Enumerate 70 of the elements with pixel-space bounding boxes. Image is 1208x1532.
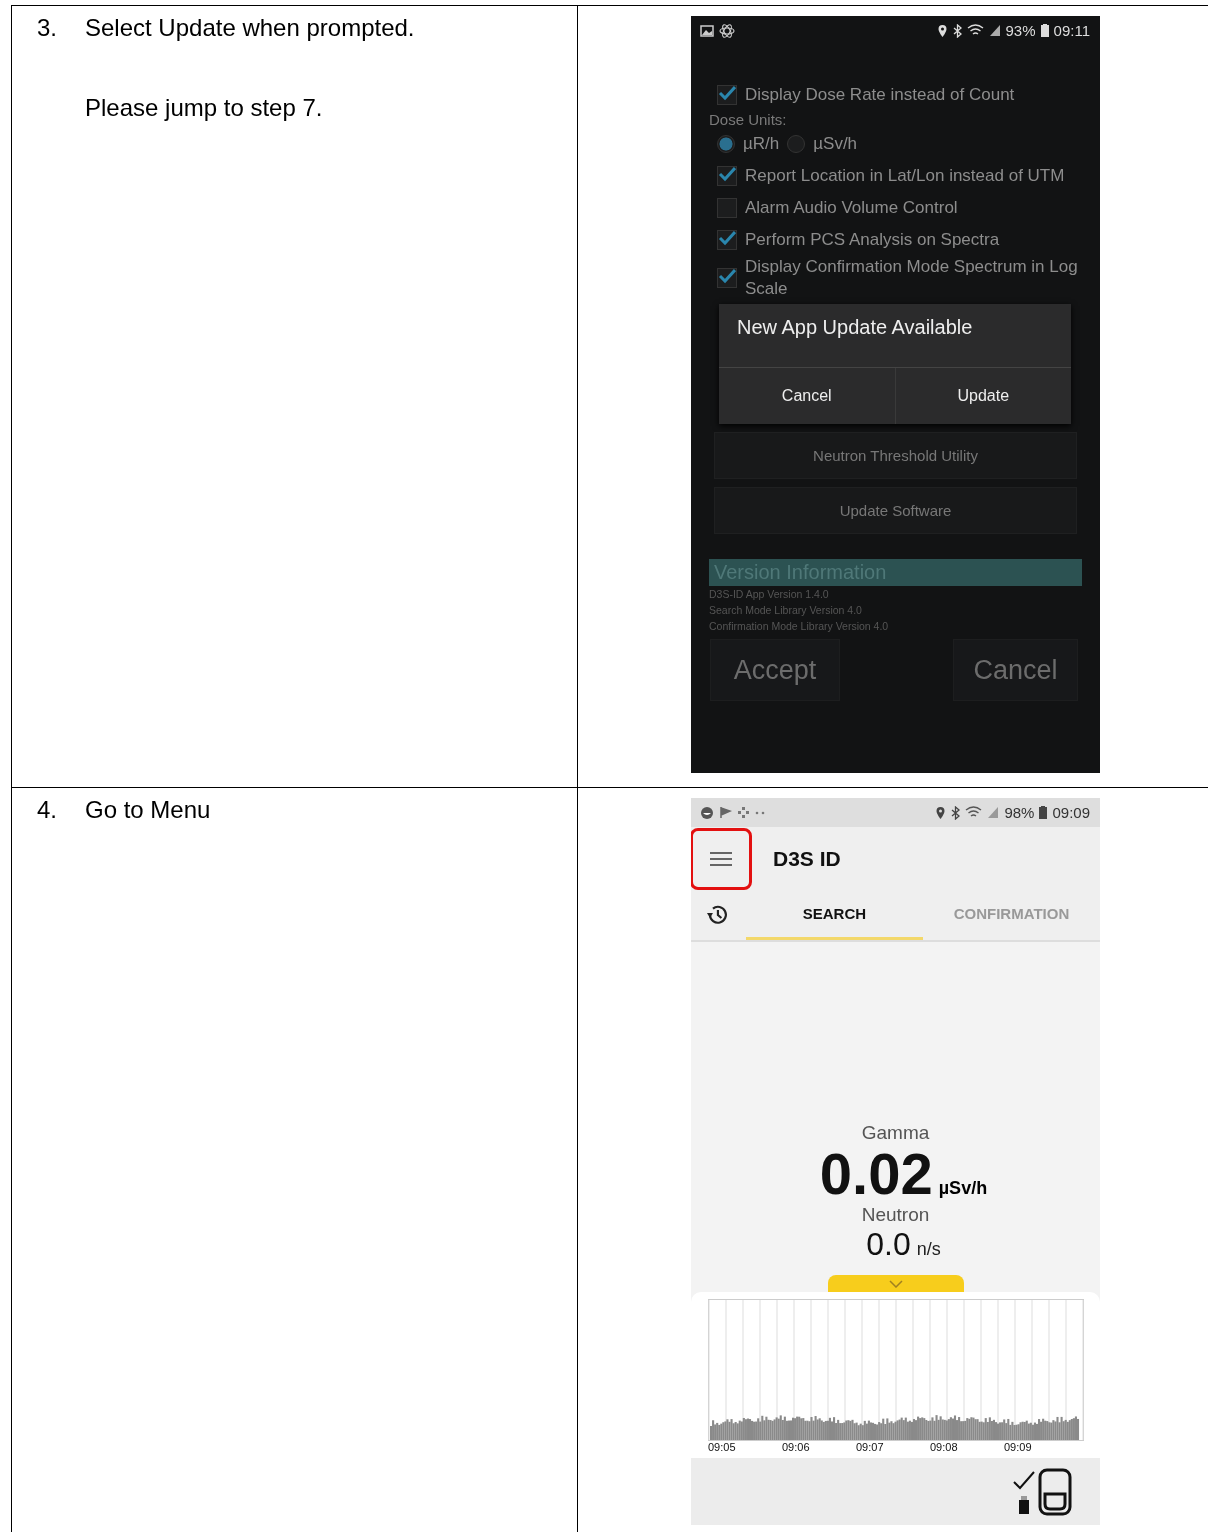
step-number: 4. [37, 796, 58, 824]
battery-icon [1039, 806, 1048, 819]
signal-icon [987, 806, 1000, 819]
dots-icon [755, 810, 765, 815]
flag-icon [719, 806, 732, 819]
checkbox[interactable] [717, 166, 737, 186]
version-line: D3S-ID App Version 1.4.0 [709, 587, 830, 602]
checkbox[interactable] [717, 230, 737, 250]
radio-label: µR/h [743, 133, 780, 155]
location-icon [936, 23, 948, 38]
setting-label: Perform PCS Analysis on Spectra [745, 229, 1000, 251]
chevron-down-icon [888, 1279, 903, 1288]
clock-time: 09:11 [1053, 22, 1090, 39]
checkbox[interactable] [717, 268, 737, 288]
step-instruction: Select Update when prompted. [85, 14, 415, 42]
battery-percent: 93% [1005, 22, 1036, 39]
expand-handle[interactable] [827, 1275, 964, 1292]
battery-icon [1040, 24, 1049, 37]
tool-button[interactable]: Update Software [714, 487, 1077, 534]
step-note: Please jump to step 7. [85, 94, 324, 122]
tab[interactable]: SEARCH [745, 890, 923, 940]
neutron-value: 0.0 [866, 1226, 911, 1263]
gamma-unit: µSv/h [938, 1178, 988, 1199]
neutron-label: Neutron [861, 1204, 930, 1226]
version-line: Search Mode Library Version 4.0 [709, 603, 863, 618]
gamma-label: Gamma [861, 1122, 930, 1144]
menu-icon [709, 850, 733, 867]
version-line: Confirmation Mode Library Version 4.0 [709, 619, 890, 634]
neutron-unit: n/s [916, 1239, 941, 1260]
footer-button[interactable]: Accept [710, 639, 840, 701]
device-icon [1038, 1467, 1072, 1516]
time-label: 09:08 [930, 1441, 959, 1455]
dialog-title: New App Update Available [719, 304, 1071, 368]
setting-label: Report Location in Lat/Lon instead of UTM [745, 165, 1065, 187]
setting-heading: Dose Units: [709, 111, 788, 128]
check-battery-icon [1012, 1469, 1036, 1514]
image-icon [700, 24, 714, 37]
clock-time: 09:09 [1052, 804, 1090, 821]
step-instruction: Go to Menu [85, 796, 211, 824]
location-icon [935, 805, 947, 820]
battery-percent: 98% [1004, 804, 1035, 821]
footer-button[interactable]: Cancel [953, 639, 1078, 701]
checkbox[interactable] [717, 198, 737, 218]
bluetooth-icon [952, 23, 962, 38]
cross-icon [737, 806, 750, 819]
radio-label: µSv/h [813, 133, 858, 155]
time-label: 09:07 [856, 1441, 885, 1455]
setting-label: Display Dose Rate instead of Count [745, 84, 1015, 106]
wifi-icon [965, 806, 983, 819]
checkbox[interactable] [717, 85, 737, 105]
tool-button[interactable]: Neutron Threshold Utility [714, 432, 1077, 479]
signal-icon [988, 24, 1001, 37]
tab[interactable]: CONFIRMATION [922, 890, 1100, 940]
atom-icon [719, 22, 735, 39]
setting-label: Display Confirmation Mode Spectrum in Log Scale [745, 256, 1079, 300]
bluetooth-icon [951, 805, 961, 820]
dialog-button[interactable]: Update [894, 368, 1071, 424]
setting-label: Alarm Audio Volume Control [745, 197, 958, 219]
time-label: 09:06 [782, 1441, 811, 1455]
step-number: 3. [37, 14, 58, 42]
radio-button[interactable] [787, 135, 806, 153]
gamma-value: 0.02 [819, 1144, 933, 1204]
circle-icon [700, 805, 714, 820]
dialog-button[interactable]: Cancel [719, 368, 895, 424]
radio-button[interactable] [717, 135, 735, 153]
wifi-icon [966, 24, 984, 37]
time-label: 09:05 [708, 1441, 737, 1455]
history-icon[interactable] [706, 904, 730, 926]
time-label: 09:09 [1004, 1441, 1033, 1455]
app-title: D3S ID [773, 846, 841, 871]
